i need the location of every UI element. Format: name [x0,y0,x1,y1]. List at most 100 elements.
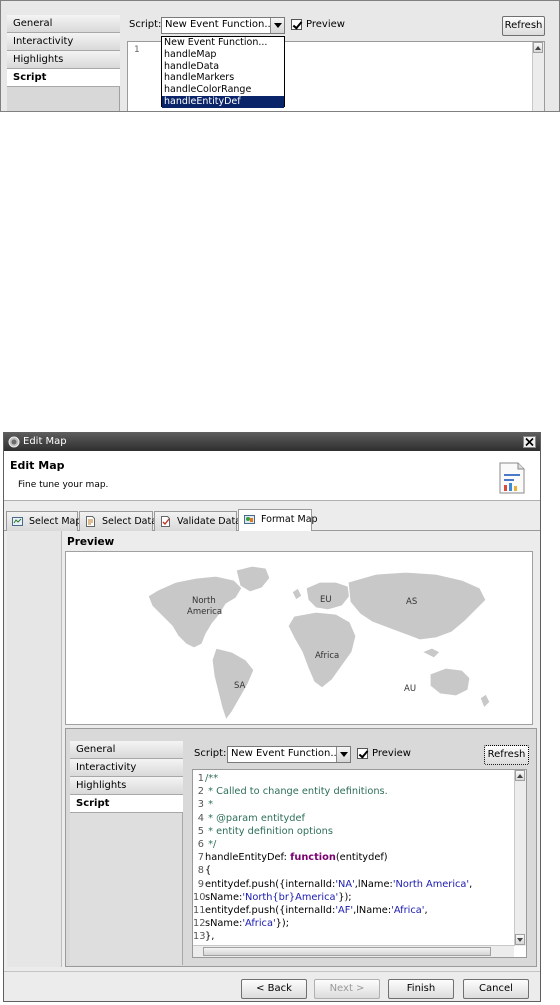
finish-button[interactable]: Finish [388,979,454,999]
map-label-au: AU [404,684,416,694]
code-token: /** [205,773,219,784]
format-options-panel: General Interactivity Highlights Script … [65,728,537,967]
preview-title: Preview [67,536,115,548]
line-number: 1 [197,773,204,784]
dropdown-option[interactable]: handleMap [162,49,284,61]
line-number: 11 [193,905,206,916]
line-number: 4 [197,812,204,824]
nav-item-highlights[interactable]: Highlights [7,51,120,69]
nav-item-interactivity[interactable]: Interactivity [7,33,120,51]
tab-validate-data[interactable]: Validate Data [154,511,241,531]
dropdown-option[interactable]: New Event Function... [162,37,284,49]
world-map: North America EU AS Africa SA AU [147,565,491,722]
code-line: 12sName:'Africa'}); [193,917,289,930]
code-token: , [424,905,428,916]
header-subtitle: Fine tune your map. [18,480,109,490]
preview-checkbox[interactable] [357,748,368,759]
dropdown-option-selected[interactable]: handleEntityDef [162,95,284,108]
script-panel-crop: General Interactivity Highlights Script … [0,0,560,112]
dialog-header: Edit Map Fine tune your map. [4,451,540,501]
map-label-africa: Africa [315,651,339,661]
dropdown-option[interactable]: handleColorRange [162,84,284,96]
scroll-down-icon[interactable] [515,934,525,945]
format-nav: General Interactivity Highlights Script [70,741,183,965]
chevron-down-icon[interactable] [270,18,284,33]
next-button[interactable]: Next > [314,979,380,999]
code-token: 'Africa' [242,918,276,930]
code-token: }); [338,891,352,903]
map-label-sa: SA [234,681,246,691]
line-number: 2 [197,786,204,798]
line-number: 5 [197,825,204,837]
map-label-as: AS [406,597,417,607]
nav-item-highlights[interactable]: Highlights [70,777,183,795]
line-number: 3 [197,799,204,811]
code-line: 4 * @param entitydef [193,812,305,825]
dropdown-option[interactable]: handleMarkers [162,72,284,84]
nav-item-general[interactable]: General [70,741,183,759]
tab-select-map[interactable]: Select Map [6,511,82,531]
refresh-button[interactable]: Refresh [484,745,529,765]
title-bar: Edit Map [4,433,540,451]
tab-label: Select Map [29,516,82,527]
code-line: 8{ [193,864,211,877]
script-label: Script: [194,748,227,759]
code-token: * entity definition options [205,825,333,837]
code-line: 9entitydef.push({internalId:'NA',lName:'… [193,878,473,891]
vertical-scrollbar[interactable] [514,770,526,946]
code-token: entitydef.push({internalId: [205,905,336,916]
map-label-na-2: America [187,607,222,617]
tab-label: Select Data [102,516,158,527]
code-token: , [469,878,473,890]
scroll-up-icon[interactable] [515,770,525,781]
tab-label: Validate Data [177,516,241,527]
nav-item-script[interactable]: Script [70,795,183,813]
preview-label: Preview [306,19,345,30]
nav-item-interactivity[interactable]: Interactivity [70,759,183,777]
tab-select-data[interactable]: Select Data [79,511,157,531]
dropdown-option[interactable]: handleData [162,61,284,73]
line-number: 7 [197,852,204,864]
map-label-eu: EU [320,595,332,605]
code-token: function [290,852,336,864]
close-icon[interactable] [524,437,535,447]
map-preview: North America EU AS Africa SA AU [65,551,533,725]
report-icon [499,462,525,494]
code-token: 'North America' [392,878,470,890]
select-data-icon [86,516,95,527]
validate-data-icon [161,516,170,527]
chevron-down-icon[interactable] [336,747,350,762]
code-line: 5 * entity definition options [193,825,333,838]
preview-label: Preview [372,748,411,759]
script-editor[interactable]: 1/** 2 * Called to change entity definiti… [192,769,527,958]
editor-scrollbar[interactable] [532,42,544,111]
line-number: 9 [197,878,204,890]
scroll-thumb[interactable] [203,947,491,956]
code-token: handleEntityDef: [205,852,291,864]
line-number: 10 [193,891,206,903]
script-select[interactable]: New Event Function... [161,17,285,34]
script-select-value: New Event Function... [165,19,274,30]
line-number: 1 [134,45,140,55]
header-title: Edit Map [10,459,65,472]
code-token: * @param entitydef [205,812,305,824]
preview-checkbox[interactable] [291,19,302,30]
app-icon [8,436,20,448]
code-token: * Called to change entity definitions. [205,786,388,798]
close-button[interactable] [523,436,536,448]
nav-item-general[interactable]: General [7,15,120,33]
code-token: 'Africa' [391,905,425,916]
nav-item-script[interactable]: Script [7,69,120,87]
scroll-up-icon[interactable] [533,42,543,53]
wizard-tabs: Select Map Select Data Validate Data For… [4,509,540,531]
code-token: 'AF' [335,905,354,916]
script-select[interactable]: New Event Function... [227,746,351,763]
code-token: */ [205,839,217,850]
cancel-button[interactable]: Cancel [463,979,529,999]
code-token: }); [275,918,289,930]
refresh-button[interactable]: Refresh [502,16,545,36]
tab-format-map[interactable]: Format Map [238,509,318,531]
code-token: (entitydef) [335,852,388,864]
horizontal-scrollbar[interactable] [193,945,514,957]
back-button[interactable]: < Back [241,979,307,999]
